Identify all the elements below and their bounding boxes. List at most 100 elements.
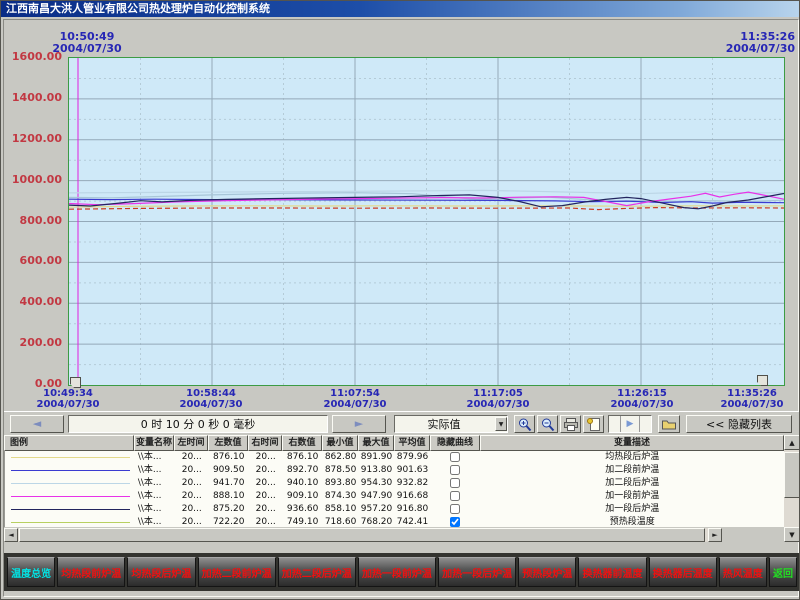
hide-curve-checkbox[interactable] xyxy=(450,517,460,527)
h-scroll-left-arrow[interactable]: ◄ xyxy=(4,528,18,542)
cell-avg: 879.96 xyxy=(395,451,431,464)
print-button[interactable] xyxy=(560,415,581,433)
playback-control[interactable]: ▶ xyxy=(608,415,652,433)
cell-avg: 901.63 xyxy=(395,464,431,477)
table-header: 图例变量名称左时间左数值右时间右数值最小值最大值平均值隐藏曲线变量描述 xyxy=(4,435,784,451)
zoom-out-button[interactable] xyxy=(537,415,558,433)
v-scroll-up-arrow[interactable]: ▲ xyxy=(784,435,800,450)
hide-list-label: << 隐藏列表 xyxy=(706,416,772,432)
play-icon[interactable]: ▶ xyxy=(621,419,639,429)
table-row[interactable]: \\本...20...875.2020...936.60858.10957.20… xyxy=(5,503,784,516)
h-scroll-thumb[interactable] xyxy=(19,528,705,542)
legend-line xyxy=(11,522,130,523)
legend-cell xyxy=(5,451,135,464)
y-tick-label: 1200.00 xyxy=(4,133,62,145)
time-span-field[interactable]: 0 时 10 分 0 秒 0 毫秒 xyxy=(68,415,328,433)
step-forward-button[interactable]: ► xyxy=(332,415,386,433)
step-back-button[interactable]: ◄ xyxy=(10,415,64,433)
right-cursor-date: 2004/07/30 xyxy=(690,43,795,55)
hide-curve-cell xyxy=(430,503,480,516)
hide-curve-checkbox[interactable] xyxy=(450,452,460,462)
cell-right_value: 909.10 xyxy=(283,490,323,503)
cell-right_time: 20... xyxy=(249,516,283,527)
legend-line xyxy=(11,509,130,510)
playback-segment-right[interactable] xyxy=(639,416,651,432)
v-scroll-down-arrow[interactable]: ▼ xyxy=(784,527,800,542)
hide-curve-checkbox[interactable] xyxy=(450,478,460,488)
nav-button-11[interactable]: 返回 xyxy=(769,557,797,587)
hide-curve-checkbox[interactable] xyxy=(450,491,460,501)
cell-min: 862.80 xyxy=(323,451,359,464)
table-header-cell[interactable]: 变量描述 xyxy=(480,435,784,451)
nav-button-2[interactable]: 均热段后炉温 xyxy=(127,557,195,587)
zoom-in-button[interactable] xyxy=(514,415,535,433)
main-window: 江西南昌大洪人管业有限公司热处理炉自动化控制系统 10:50:49 2004/0… xyxy=(0,0,800,600)
right-cursor-label: 11:35:26 2004/07/30 xyxy=(690,31,795,55)
nav-button-10[interactable]: 热风温度 xyxy=(719,557,767,587)
cell-max: 954.30 xyxy=(359,477,395,490)
printer-icon xyxy=(563,417,579,432)
cell-avg: 916.68 xyxy=(395,490,431,503)
cell-name: \\本... xyxy=(135,503,175,516)
cell-right_value: 936.60 xyxy=(283,503,323,516)
cell-right_time: 20... xyxy=(249,464,283,477)
cell-desc: 加二段后炉温 xyxy=(480,477,784,490)
nav-button-0[interactable]: 温度总览 xyxy=(7,557,55,587)
nav-button-1[interactable]: 均热段前炉温 xyxy=(57,557,125,587)
nav-button-9[interactable]: 换热器后温度 xyxy=(649,557,717,587)
nav-button-4[interactable]: 加热二段后炉温 xyxy=(278,557,356,587)
cell-left_time: 20... xyxy=(175,464,209,477)
legend-cell xyxy=(5,516,135,527)
nav-button-3[interactable]: 加热二段前炉温 xyxy=(198,557,276,587)
table-row[interactable]: \\本...20...722.2020...749.10718.60768.20… xyxy=(5,516,784,527)
table-header-cell[interactable]: 平均值 xyxy=(394,435,430,451)
cell-left_time: 20... xyxy=(175,451,209,464)
y-tick-label: 600.00 xyxy=(4,255,62,267)
cell-right_value: 940.10 xyxy=(283,477,323,490)
table-header-cell[interactable]: 图例 xyxy=(4,435,134,451)
cell-left_time: 20... xyxy=(175,477,209,490)
snapshot-button[interactable] xyxy=(658,415,680,433)
cell-left_value: 888.10 xyxy=(209,490,249,503)
table-header-cell[interactable]: 变量名称 xyxy=(134,435,174,451)
table-header-cell[interactable]: 最小值 xyxy=(322,435,358,451)
nav-button-7[interactable]: 预热段炉温 xyxy=(518,557,576,587)
cell-max: 913.80 xyxy=(359,464,395,477)
cell-right_value: 892.70 xyxy=(283,464,323,477)
h-scroll-right-arrow[interactable]: ► xyxy=(708,528,722,542)
table-header-cell[interactable]: 最大值 xyxy=(358,435,394,451)
cell-right_time: 20... xyxy=(249,451,283,464)
value-mode-select[interactable]: 实际值 xyxy=(394,415,508,433)
cell-desc: 均热段后炉温 xyxy=(480,451,784,464)
trend-plot[interactable] xyxy=(68,57,785,386)
table-row[interactable]: \\本...20...909.5020...892.70878.50913.80… xyxy=(5,464,784,477)
nav-button-5[interactable]: 加热一段前炉温 xyxy=(358,557,436,587)
cell-right_value: 876.10 xyxy=(283,451,323,464)
hide-curve-checkbox[interactable] xyxy=(450,504,460,514)
table-row[interactable]: \\本...20...888.1020...909.10874.30947.90… xyxy=(5,490,784,503)
table-row[interactable]: \\本...20...876.1020...876.10862.80891.90… xyxy=(5,451,784,464)
cell-min: 718.60 xyxy=(323,516,359,527)
v-scroll-thumb[interactable] xyxy=(784,452,800,498)
folder-icon xyxy=(661,417,677,431)
value-mode-dropdown-button[interactable]: ▼ xyxy=(495,417,507,431)
playback-segment-left[interactable] xyxy=(609,416,621,432)
table-header-cell[interactable]: 左数值 xyxy=(208,435,248,451)
magnifier-plus-icon xyxy=(517,417,533,432)
export-button[interactable] xyxy=(583,415,604,433)
hide-curve-cell xyxy=(430,464,480,477)
nav-button-8[interactable]: 换热器前温度 xyxy=(578,557,646,587)
table-header-cell[interactable]: 隐藏曲线 xyxy=(430,435,480,451)
cell-name: \\本... xyxy=(135,516,175,527)
hide-list-button[interactable]: << 隐藏列表 xyxy=(686,415,792,433)
table-header-cell[interactable]: 右数值 xyxy=(282,435,322,451)
table-row[interactable]: \\本...20...941.7020...940.10893.80954.30… xyxy=(5,477,784,490)
legend-line xyxy=(11,470,130,471)
table-header-cell[interactable]: 右时间 xyxy=(248,435,282,451)
step-forward-icon: ► xyxy=(355,419,363,429)
nav-button-6[interactable]: 加热一段后炉温 xyxy=(438,557,516,587)
hide-curve-checkbox[interactable] xyxy=(450,465,460,475)
magnifier-minus-icon xyxy=(540,417,556,432)
table-header-cell[interactable]: 左时间 xyxy=(174,435,208,451)
cell-name: \\本... xyxy=(135,451,175,464)
